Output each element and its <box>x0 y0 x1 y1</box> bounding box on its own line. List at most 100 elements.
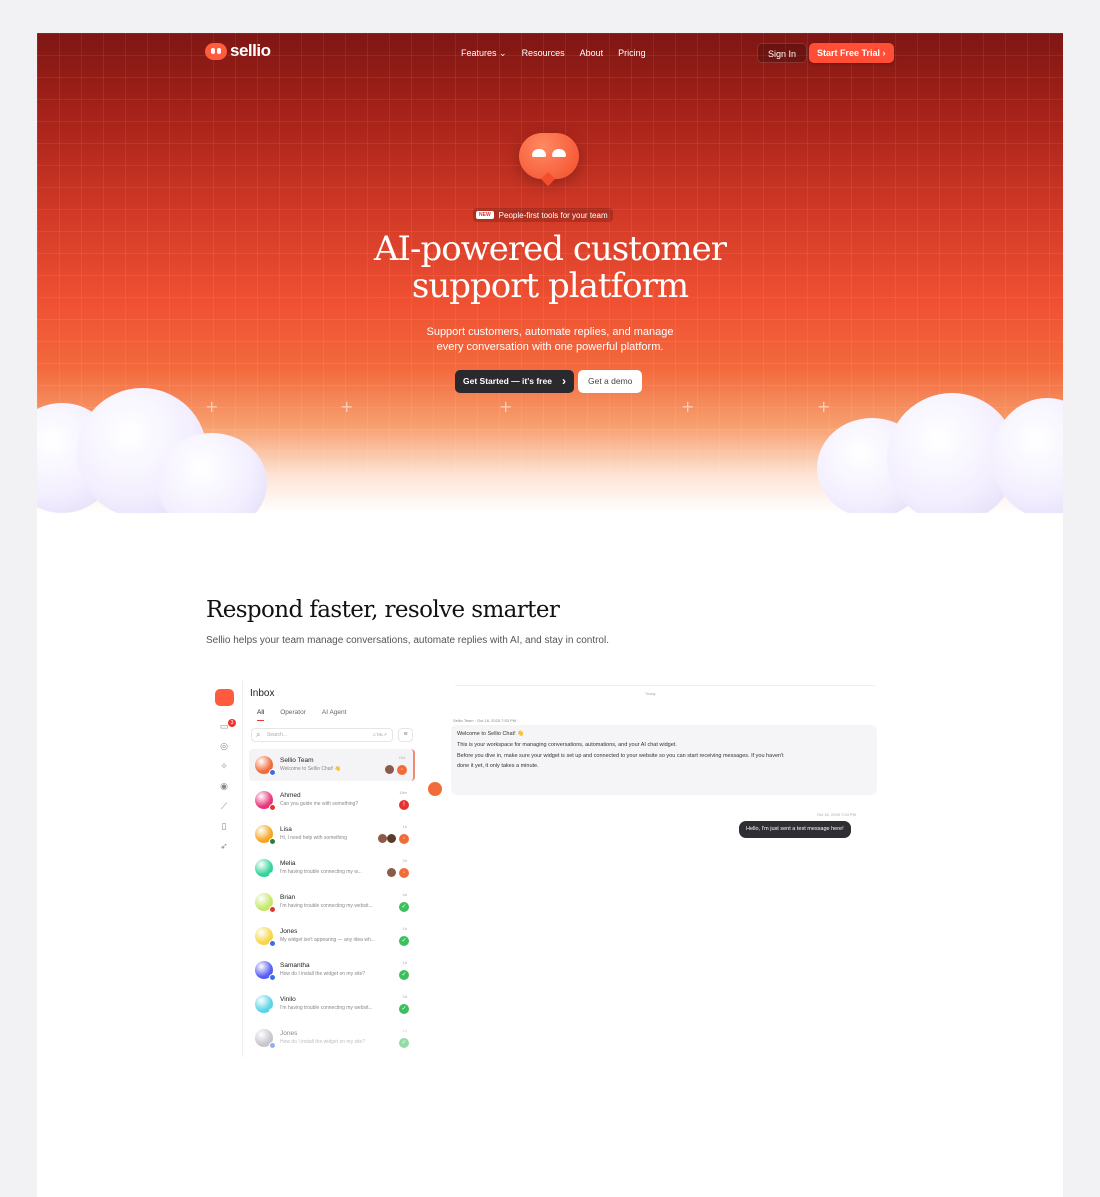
sparkle-icon: + <box>340 397 354 416</box>
logo-text: sellio <box>230 41 271 60</box>
status-icon: ✓ <box>399 970 409 980</box>
message-sender: Sellio Team · Oct 16, 2025 7:53 PM <box>453 718 517 723</box>
status-dot <box>269 838 276 845</box>
hero-subtitle-line: Support customers, automate replies, and… <box>426 326 674 338</box>
status-dot <box>269 906 276 913</box>
assignee-avatar <box>378 834 387 843</box>
section-title: Respond faster, resolve smarter <box>206 597 560 623</box>
sparkle-icon: + <box>499 397 513 416</box>
nav-item-about[interactable]: About <box>580 48 604 59</box>
status-icon: ◦ <box>399 834 409 844</box>
status-icon: ◦ <box>397 765 407 775</box>
conversation-time: 1h <box>402 824 407 829</box>
message-bubble: Welcome to Sellio Chat! 👋 This is your w… <box>451 725 877 795</box>
badge-new-label: NEW <box>476 211 494 219</box>
sparkle-icon: + <box>817 397 831 416</box>
conversation-preview: Welcome to Sellio Chat! 👋 <box>280 766 341 772</box>
conversation-item[interactable]: Vinilo I'm having trouble connecting my w… <box>249 988 415 1020</box>
conversation-time: 1d <box>402 960 407 965</box>
conversation-name: Vinilo <box>280 996 296 1003</box>
badge-text: People-first tools for your team <box>498 210 608 220</box>
nav-item-features[interactable]: Features ⌄ <box>461 48 507 59</box>
status-dot <box>269 769 276 776</box>
status-icon: ! <box>399 800 409 810</box>
sparkle-icon: + <box>205 397 219 416</box>
sparkle-icon: + <box>681 397 695 416</box>
conversation-item[interactable]: Ahmed Can you guide me with something? 18m… <box>249 784 415 816</box>
conversation-time: 2h <box>402 858 407 863</box>
conversation-time: 2d <box>402 994 407 999</box>
logo[interactable]: sellio <box>205 41 271 61</box>
message-line: done it yet, it only takes a minute. <box>457 763 539 769</box>
message-line: Before you dive in, make sure your widge… <box>457 753 784 759</box>
unread-badge: 3 <box>228 719 236 727</box>
conversation-item[interactable]: Lisa Hi, I need help with something 1h ◦ <box>249 818 415 850</box>
sign-in-button[interactable]: Sign In <box>757 43 808 63</box>
conversation-name: Ahmed <box>280 792 301 799</box>
conversation-preview: How do I install the widget on my site? <box>280 971 366 977</box>
conversation-item[interactable]: Melia I'm having trouble connecting my w.… <box>249 852 415 884</box>
conversation-item[interactable]: Sellio Team Welcome to Sellio Chat! 👋 Oct ◦ <box>249 749 415 781</box>
search-shortcut: CTRL F <box>373 732 387 737</box>
conversation-time: 1d <box>402 1028 407 1033</box>
conversation-preview: How do I install the widget on my site? <box>280 1039 366 1045</box>
bot-avatar <box>428 782 442 796</box>
filter-button[interactable]: ≡ <box>398 728 413 742</box>
contacts-icon[interactable]: ◉ <box>219 782 229 792</box>
nav-item-resources[interactable]: Resources <box>522 48 565 59</box>
conversation-name: Samantha <box>280 962 310 969</box>
hero-title: AI-powered customer support platform <box>287 231 813 305</box>
day-label: Today <box>645 691 656 696</box>
hero-title-line: AI-powered customer <box>373 229 727 269</box>
status-dot <box>269 974 276 981</box>
analytics-icon[interactable]: ⟋ <box>219 802 229 812</box>
search-icon: ⌕ <box>256 730 261 739</box>
tab-ai-agent[interactable]: AI Agent <box>322 709 347 721</box>
get-started-button[interactable]: Get Started — it's free <box>455 370 574 393</box>
conversation-name: Lisa <box>280 826 292 833</box>
assignee-avatar <box>385 765 394 774</box>
conversation-item[interactable]: Jones How do I install the widget on my s… <box>249 1022 415 1054</box>
conversation-preview: I'm having trouble connecting my w... <box>280 869 362 875</box>
assignee-avatar <box>387 834 396 843</box>
hero-logo-icon <box>519 133 579 179</box>
status-dot <box>269 872 276 879</box>
inbox-title: Inbox <box>250 688 275 699</box>
hero-subtitle: Support customers, automate replies, and… <box>380 325 720 355</box>
message-line: This is your workspace for managing conv… <box>457 742 677 748</box>
nav-item-pricing[interactable]: Pricing <box>618 48 646 59</box>
search-input[interactable]: ⌕ Search... CTRL F <box>251 728 393 742</box>
conversation-time: 18m <box>399 790 407 795</box>
reply-time: Oct 16, 2025 7:53 PM <box>817 812 856 817</box>
globe-icon[interactable]: ◎ <box>219 742 229 752</box>
conversation-preview: I'm having trouble connecting my websit.… <box>280 903 373 909</box>
hero-title-line: support platform <box>411 266 689 306</box>
top-nav: sellio Features ⌄ Resources About Pricin… <box>205 41 895 65</box>
tab-operator[interactable]: Operator <box>280 709 306 721</box>
conversation-time: 4d <box>402 892 407 897</box>
conversation-item[interactable]: Jones My widget isn't appearing — any ide… <box>249 920 415 952</box>
status-icon: ✓ <box>399 936 409 946</box>
conversation-item[interactable]: Samantha How do I install the widget on m… <box>249 954 415 986</box>
status-icon: ✓ <box>399 1004 409 1014</box>
rocket-icon[interactable]: ➶ <box>219 842 229 852</box>
sparkle-ai-icon[interactable]: ✧ <box>219 762 229 772</box>
conversation-list: Inbox All Operator AI Agent ⌕ Search... … <box>247 681 419 1057</box>
logo-eye <box>552 149 566 157</box>
conversation-name: Melia <box>280 860 296 867</box>
conversation-name: Jones <box>280 1030 298 1037</box>
get-demo-button[interactable]: Get a demo <box>578 370 643 393</box>
book-icon[interactable]: ▯ <box>219 822 229 832</box>
tab-all[interactable]: All <box>257 709 265 721</box>
page: + + + + + sellio Features ⌄ Resources Ab… <box>37 33 1063 1197</box>
conversation-preview: My widget isn't appearing — any idea wh.… <box>280 937 375 943</box>
announcement-badge[interactable]: NEW People-first tools for your team <box>473 208 613 222</box>
chat-panel: Today Sellio Team · Oct 16, 2025 7:53 PM… <box>425 681 907 1057</box>
status-dot <box>269 940 276 947</box>
logo-icon <box>205 42 227 60</box>
conversation-item[interactable]: Brian I'm having trouble connecting my we… <box>249 886 415 918</box>
logo-eye <box>532 149 546 157</box>
assignee-avatar <box>387 868 396 877</box>
conversation-name: Brian <box>280 894 296 901</box>
start-trial-button[interactable]: Start Free Trial › <box>809 43 894 63</box>
